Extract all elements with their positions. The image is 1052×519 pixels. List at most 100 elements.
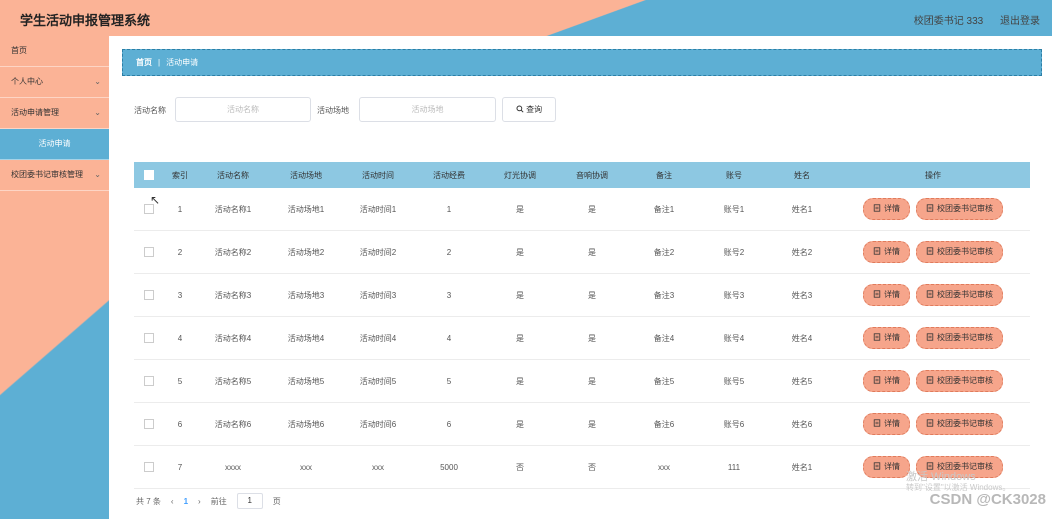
audit-button[interactable]: 校团委书记审核 <box>916 413 1003 435</box>
detail-button[interactable]: 详情 <box>863 327 910 349</box>
table-cell: 活动场地6 <box>287 419 325 429</box>
row-checkbox[interactable] <box>144 290 154 300</box>
table-cell: xxx <box>300 462 312 472</box>
row-checkbox[interactable] <box>144 419 154 429</box>
table-cell: 姓名4 <box>791 333 813 343</box>
table-cell: 活动名称6 <box>214 419 252 429</box>
operation-cell: 详情 校团委书记审核 <box>836 241 1030 263</box>
table-cell: 账号4 <box>723 333 745 343</box>
audit-button-label: 校团委书记审核 <box>937 204 993 213</box>
table-cell: 2 <box>177 247 183 257</box>
table-cell: 3 <box>177 290 183 300</box>
table-cell: 是 <box>516 290 524 300</box>
sidebar-item-audit-management[interactable]: 校团委书记审核管理 ⌄ <box>0 160 109 191</box>
row-checkbox[interactable] <box>144 247 154 257</box>
table-cell: 是 <box>516 247 524 257</box>
prev-page-button[interactable]: ‹ <box>171 497 174 506</box>
detail-button[interactable]: 详情 <box>863 413 910 435</box>
sidebar-item-profile[interactable]: 个人中心 ⌄ <box>0 67 109 98</box>
table-cell: xxx <box>658 462 670 472</box>
table-cell: 否 <box>588 462 596 472</box>
operation-cell: 详情 校团委书记审核 <box>836 413 1030 435</box>
table-cell: 7 <box>177 462 183 472</box>
table-body: 1 活动名称1 活动场地1 活动时间1 1 是是备注1 账号1 姓名1 详情 校团委书记审核 2 活动… <box>134 188 1030 489</box>
goto-page-input[interactable]: 1 <box>236 493 263 509</box>
table-cell: 备注1 <box>653 204 675 214</box>
select-all-checkbox[interactable] <box>144 170 154 180</box>
document-icon <box>926 247 934 255</box>
sidebar-item-activity-apply[interactable]: 活动申请 <box>0 129 109 160</box>
detail-button-label: 详情 <box>884 376 900 385</box>
detail-button[interactable]: 详情 <box>863 284 910 306</box>
column-header: 备注 <box>656 170 672 180</box>
table-cell: 是 <box>588 376 596 386</box>
venue-label: 活动场地 <box>317 106 349 115</box>
audit-button[interactable]: 校团委书记审核 <box>916 284 1003 306</box>
table-cell: 活动名称1 <box>214 204 252 214</box>
logout-link[interactable]: 退出登录 <box>1000 16 1040 27</box>
table-cell: 账号3 <box>723 290 745 300</box>
table-cell: 是 <box>588 419 596 429</box>
row-checkbox-cell <box>134 290 164 300</box>
sidebar-item-home[interactable]: 首页 <box>0 36 109 67</box>
table-cell: xxx <box>372 462 384 472</box>
breadcrumb-home[interactable]: 首页 <box>136 58 152 67</box>
chevron-down-icon: ⌄ <box>94 170 101 179</box>
document-icon <box>926 333 934 341</box>
activity-name-input[interactable]: 活动名称 <box>175 97 311 122</box>
row-checkbox[interactable] <box>144 333 154 343</box>
sidebar-item-label: 校团委书记审核管理 <box>11 170 83 179</box>
page-number[interactable]: 1 <box>184 497 188 506</box>
document-icon <box>926 419 934 427</box>
next-page-button[interactable]: › <box>198 497 201 506</box>
venue-input[interactable]: 活动场地 <box>359 97 496 122</box>
detail-button-label: 详情 <box>884 419 900 428</box>
document-icon <box>873 204 881 212</box>
detail-button[interactable]: 详情 <box>863 370 910 392</box>
document-icon <box>926 376 934 384</box>
sidebar-item-label: 活动申请 <box>38 139 71 148</box>
top-header: 学生活动申报管理系统 校团委书记 333 退出登录 <box>0 0 1052 36</box>
detail-button-label: 详情 <box>884 290 900 299</box>
total-count: 共 7 条 <box>136 496 161 506</box>
chevron-down-icon: ⌄ <box>94 77 101 86</box>
detail-button-label: 详情 <box>884 462 900 471</box>
table-cell: 4 <box>177 333 183 343</box>
table-cell: 是 <box>516 204 524 214</box>
table-cell: 是 <box>516 376 524 386</box>
table-cell: xxxx <box>225 462 241 472</box>
detail-button[interactable]: 详情 <box>863 456 910 478</box>
row-checkbox[interactable] <box>144 376 154 386</box>
audit-button[interactable]: 校团委书记审核 <box>916 327 1003 349</box>
query-button-label: 查询 <box>526 105 543 114</box>
audit-button[interactable]: 校团委书记审核 <box>916 198 1003 220</box>
row-checkbox[interactable] <box>144 462 154 472</box>
row-checkbox-cell <box>134 462 164 472</box>
query-button[interactable]: 查询 <box>502 97 556 122</box>
table-cell: 4 <box>446 333 452 343</box>
table-cell: 姓名2 <box>791 247 813 257</box>
table-cell: 备注3 <box>653 290 675 300</box>
operation-cell: 详情 校团委书记审核 <box>836 284 1030 306</box>
row-checkbox-cell <box>134 333 164 343</box>
table-row: 7 xxxx xxx xxx 5000 否否 xxx 111 姓名1 详情 校团委书记审核 <box>134 446 1030 489</box>
document-icon <box>873 376 881 384</box>
detail-button[interactable]: 详情 <box>863 198 910 220</box>
table-cell: 活动时间4 <box>359 333 397 343</box>
table-row: 3 活动名称3 活动场地3 活动时间3 3 是 是 备注3 账号3 姓名3 详情 校团委书记审核 <box>134 274 1030 317</box>
row-checkbox-cell <box>134 247 164 257</box>
audit-button[interactable]: 校团委书记审核 <box>916 241 1003 263</box>
table-cell: 活动名称4 <box>214 333 252 343</box>
column-header: 账号 <box>726 170 742 180</box>
table-cell: 是 <box>588 247 596 257</box>
audit-button[interactable]: 校团委书记审核 <box>916 370 1003 392</box>
table-row: 6 活动名称6 活动场地6 活动时间6 6 是 是 备注6 账号6 姓名6 详情 校团委书记审核 <box>134 403 1030 446</box>
table-cell: 3 <box>446 290 452 300</box>
sidebar-item-label: 首页 <box>11 46 27 55</box>
table-cell: 姓名1 <box>791 204 813 214</box>
current-user: 校团委书记 333 <box>913 16 984 27</box>
detail-button[interactable]: 详情 <box>863 241 910 263</box>
table-cell: 5000 <box>440 462 458 472</box>
sidebar-item-activity-management[interactable]: 活动申请管理 ⌄ <box>0 98 109 129</box>
table-cell: 是 <box>588 333 596 343</box>
